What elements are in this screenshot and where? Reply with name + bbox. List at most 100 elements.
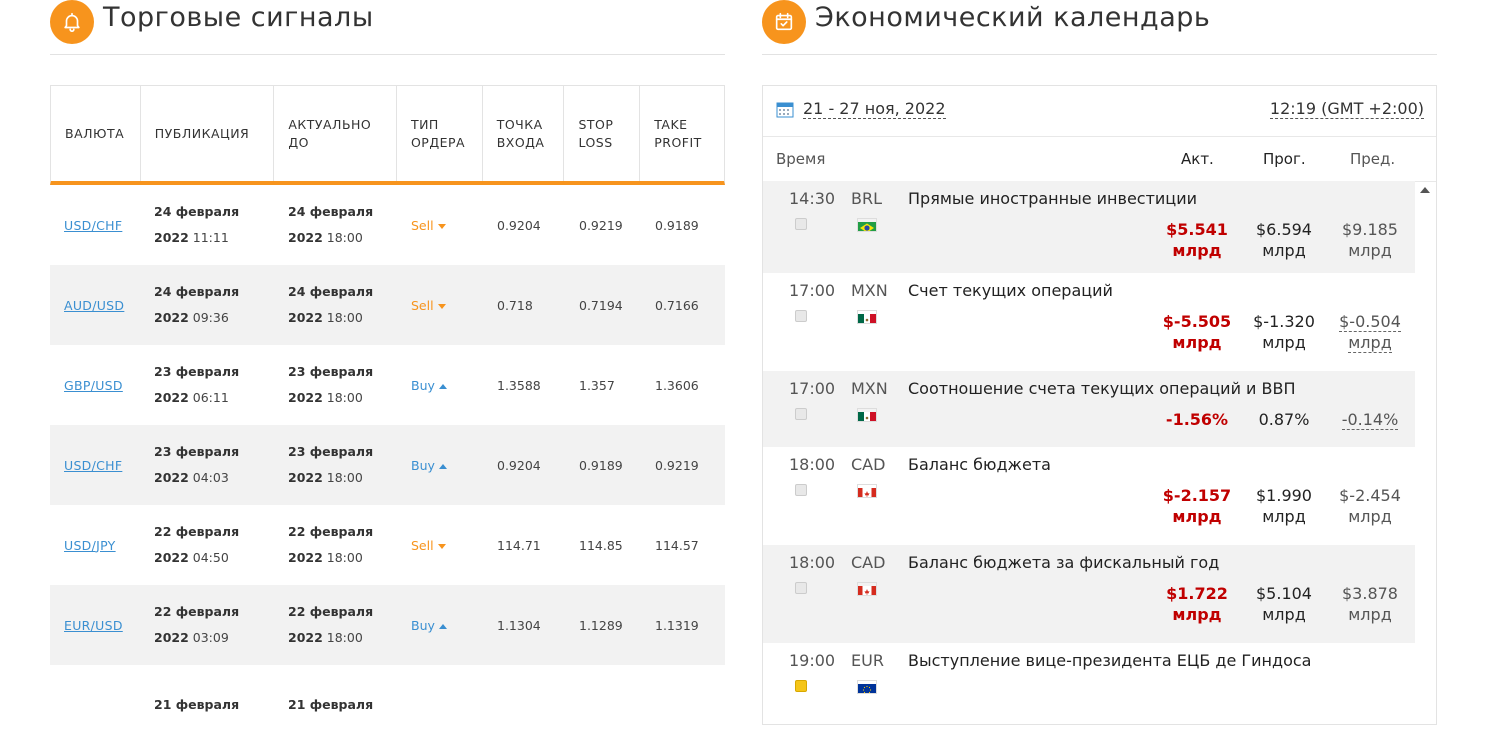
- pair-link[interactable]: USD/JPY: [64, 538, 116, 553]
- cell-take-profit: 1.3606: [655, 377, 699, 393]
- forecast-value-number: $5.104: [1256, 584, 1312, 603]
- arrow-up-icon: [438, 463, 447, 469]
- date-line: 22 февраля: [288, 599, 397, 625]
- pair-link[interactable]: USD/CHF: [64, 458, 122, 473]
- cell-entry: 1.3588: [497, 377, 541, 393]
- event-title[interactable]: Баланс бюджета: [908, 455, 1051, 474]
- event-checkbox[interactable]: [795, 582, 807, 594]
- cell-published: 23 февраля 2022 04:03: [140, 439, 274, 491]
- calendar-event-row[interactable]: 18:00 CAD Баланс бюджета за фискальный год…: [763, 545, 1415, 643]
- cell-stop-loss: 114.85: [579, 537, 623, 553]
- year-text: 2022: [288, 470, 323, 485]
- event-title[interactable]: Баланс бюджета за фискальный год: [908, 553, 1219, 572]
- event-time: 17:00: [789, 281, 836, 300]
- date-line: 24 февраля: [288, 279, 397, 305]
- cell-take-profit: 114.57: [655, 537, 699, 553]
- time-text: 06:11: [192, 390, 229, 405]
- forecast-value-number: $6.594: [1256, 220, 1312, 239]
- calendar-event-row[interactable]: 17:00 MXN Соотношение счета текущих операц…: [763, 371, 1415, 447]
- col-order-type: ТИП ОРДЕРА: [397, 86, 483, 181]
- col-published: ПУБЛИКАЦИЯ: [141, 86, 275, 181]
- signals-title: Торговые сигналы: [103, 2, 374, 33]
- event-title[interactable]: Прямые иностранные инвестиции: [908, 189, 1197, 208]
- forecast-value: $-1.320 млрд: [1244, 311, 1324, 353]
- year-time-line: 2022 18:00: [288, 465, 397, 491]
- event-checkbox[interactable]: [795, 680, 807, 692]
- cell-entry: 0.718: [497, 297, 533, 313]
- date-line: 24 февраля: [154, 199, 274, 225]
- actual-value-unit: млрд: [1172, 333, 1222, 352]
- cell-entry: 0.9204: [497, 457, 541, 473]
- col-stop-loss: STOP LOSS: [564, 86, 641, 181]
- date-text: 24 февраля: [154, 284, 240, 299]
- scroll-up-arrow-icon[interactable]: [1420, 187, 1430, 193]
- time-text: 18:00: [326, 310, 363, 325]
- time-text: 03:09: [192, 630, 229, 645]
- event-time: 17:00: [789, 379, 836, 398]
- cell-stop-loss: 0.7194: [579, 297, 623, 313]
- year-text: 2022: [154, 470, 189, 485]
- pair-link[interactable]: AUD/USD: [64, 298, 124, 313]
- pair-link[interactable]: EUR/USD: [64, 618, 123, 633]
- forecast-value-unit: млрд: [1262, 333, 1306, 352]
- date-line: 22 февраля: [154, 519, 274, 545]
- date-text: 22 февраля: [154, 604, 240, 619]
- event-title[interactable]: Соотношение счета текущих операций и ВВП: [908, 379, 1296, 398]
- cell-entry: 0.9204: [497, 217, 541, 233]
- col-valid-until: АКТУАЛЬНО ДО: [274, 86, 397, 181]
- forecast-value: $1.990 млрд: [1244, 485, 1324, 527]
- date-line: 22 февраля: [288, 519, 397, 545]
- calendar-event-row[interactable]: 14:30 BRL Прямые иностранные инвестиции $5.…: [763, 181, 1415, 273]
- timezone-selector[interactable]: 12:19 (GMT +2:00): [1269, 100, 1424, 119]
- calendar-header: Экономический календарь: [762, 0, 1437, 55]
- calendar-icon[interactable]: [776, 100, 794, 122]
- cell-valid-until: 24 февраля 2022 18:00: [274, 279, 397, 331]
- cell-order-type: Buy: [397, 458, 483, 473]
- forecast-value-unit: млрд: [1262, 241, 1306, 260]
- date-range-picker[interactable]: 21 - 27 ноя, 2022: [803, 100, 946, 119]
- actual-value-number: $-5.505: [1162, 312, 1232, 331]
- time-text: 09:36: [192, 310, 229, 325]
- date-line: 24 февраля: [288, 199, 397, 225]
- calendar-event-row[interactable]: 19:00 EUR Выступление вице-президента ЕЦБ …: [763, 643, 1415, 741]
- date-text: 22 февраля: [154, 524, 240, 539]
- table-row: GBP/USD 23 февраля 2022 06:11 23 февраля 202…: [50, 345, 725, 425]
- previous-value-number: $9.185: [1342, 220, 1398, 239]
- table-row: AUD/USD 24 февраля 2022 09:36 24 февраля 202…: [50, 265, 725, 345]
- calendar-event-row[interactable]: 17:00 MXN Счет текущих операций $-5.505 млрд…: [763, 273, 1415, 371]
- previous-value: $-0.504 млрд: [1330, 311, 1410, 353]
- pair-link[interactable]: USD/CHF: [64, 218, 122, 233]
- actual-value-unit: млрд: [1172, 605, 1222, 624]
- actual-value-number: $1.722: [1166, 584, 1228, 603]
- signals-rows: USD/CHF 24 февраля 2022 11:11 24 февраля 202…: [50, 185, 725, 745]
- event-checkbox[interactable]: [795, 408, 807, 420]
- date-line: 23 февраля: [154, 439, 274, 465]
- forecast-value: $6.594 млрд: [1244, 219, 1324, 261]
- calendar-event-row[interactable]: 18:00 CAD Баланс бюджета $-2.157 млрд $1.990 м…: [763, 447, 1415, 545]
- cell-entry: 1.1304: [497, 617, 541, 633]
- event-checkbox[interactable]: [795, 218, 807, 230]
- actual-value-number: $-2.157: [1162, 486, 1232, 505]
- table-row: USD/CHF 23 февраля 2022 04:03 23 февраля 202…: [50, 425, 725, 505]
- cell-stop-loss: 0.9189: [579, 457, 623, 473]
- event-checkbox[interactable]: [795, 310, 807, 322]
- date-text: 24 февраля: [154, 204, 240, 219]
- year-text: 2022: [288, 390, 323, 405]
- calendar-toolbar: 21 - 27 ноя, 2022 12:19 (GMT +2:00): [763, 86, 1436, 137]
- col-currency: ВАЛЮТА: [51, 86, 141, 181]
- time-text: 18:00: [326, 390, 363, 405]
- event-time: 18:00: [789, 553, 836, 572]
- time-text: 04:50: [192, 550, 229, 565]
- cell-valid-until: 23 февраля 2022 18:00: [274, 359, 397, 411]
- pair-link[interactable]: GBP/USD: [64, 378, 123, 393]
- previous-value-number: $3.878: [1342, 584, 1398, 603]
- event-title[interactable]: Выступление вице-президента ЕЦБ де Гиндо…: [908, 651, 1311, 670]
- previous-value-unit: млрд: [1348, 241, 1392, 260]
- brazil-flag-icon: [857, 218, 877, 232]
- event-checkbox[interactable]: [795, 484, 807, 496]
- event-title[interactable]: Счет текущих операций: [908, 281, 1113, 300]
- date-line: 23 февраля: [154, 359, 274, 385]
- year-text: 2022: [288, 230, 323, 245]
- time-text: 18:00: [326, 470, 363, 485]
- year-text: 2022: [288, 550, 323, 565]
